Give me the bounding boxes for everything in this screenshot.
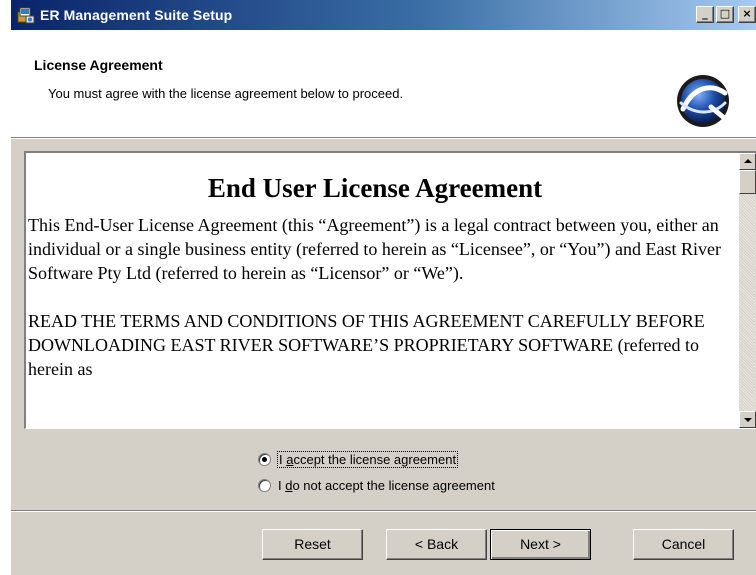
accept-radio[interactable] bbox=[258, 453, 271, 466]
close-icon: × bbox=[742, 7, 752, 20]
scroll-down-button[interactable] bbox=[739, 411, 756, 428]
title-bar[interactable]: ER Management Suite Setup _ □ × bbox=[11, 0, 756, 30]
decline-option[interactable]: I do not accept the license agreement bbox=[258, 478, 495, 493]
eula-title: End User License Agreement bbox=[207, 173, 543, 203]
footer-divider bbox=[11, 510, 756, 512]
next-button-label: Next > bbox=[520, 536, 561, 552]
page-title: License Agreement bbox=[34, 57, 163, 73]
wizard-header: License Agreement You must agree with th… bbox=[11, 30, 756, 137]
back-button[interactable]: < Back bbox=[386, 529, 487, 560]
accept-option[interactable]: I accept the license agreement bbox=[258, 451, 459, 468]
license-content: End User License Agreement This End-User… bbox=[28, 153, 722, 381]
installer-globe-logo-icon bbox=[675, 73, 731, 129]
eula-paragraph-2: READ THE TERMS AND CONDITIONS OF THIS AG… bbox=[28, 311, 705, 379]
decline-label[interactable]: I do not accept the license agreement bbox=[278, 478, 495, 493]
accept-label[interactable]: I accept the license agreement bbox=[276, 451, 459, 468]
page-subtitle: You must agree with the license agreemen… bbox=[48, 86, 404, 101]
license-text-box[interactable]: End User License Agreement This End-User… bbox=[24, 151, 756, 429]
minimize-button[interactable]: _ bbox=[696, 6, 714, 23]
eula-paragraph-1: This End-User License Agreement (this “A… bbox=[28, 215, 721, 283]
decline-label-rest: o not accept the license agreement bbox=[292, 478, 495, 493]
next-button[interactable]: Next > bbox=[490, 529, 591, 560]
license-scrollbar[interactable] bbox=[739, 153, 756, 428]
setup-window: ER Management Suite Setup _ □ × License … bbox=[11, 0, 756, 575]
reset-button-label: Reset bbox=[294, 536, 331, 552]
installer-app-icon bbox=[17, 6, 35, 24]
close-button[interactable]: × bbox=[738, 6, 756, 23]
back-button-label: < Back bbox=[414, 536, 459, 552]
header-divider bbox=[11, 137, 756, 139]
accept-label-rest: ccept the license agreement bbox=[293, 452, 457, 467]
maximize-icon: □ bbox=[719, 7, 731, 20]
window-controls: _ □ × bbox=[696, 6, 756, 23]
scroll-up-button[interactable] bbox=[739, 153, 756, 170]
arrow-down-icon bbox=[744, 418, 752, 422]
cancel-button-label: Cancel bbox=[661, 536, 706, 552]
arrow-up-icon bbox=[744, 159, 752, 163]
scroll-thumb[interactable] bbox=[739, 170, 756, 194]
reset-button[interactable]: Reset bbox=[262, 529, 363, 560]
decline-radio[interactable] bbox=[258, 479, 271, 492]
cancel-button[interactable]: Cancel bbox=[633, 529, 734, 560]
window-title: ER Management Suite Setup bbox=[40, 7, 233, 23]
radio-selected-dot bbox=[262, 457, 267, 462]
minimize-icon: _ bbox=[702, 7, 708, 20]
maximize-button[interactable]: □ bbox=[716, 6, 734, 23]
